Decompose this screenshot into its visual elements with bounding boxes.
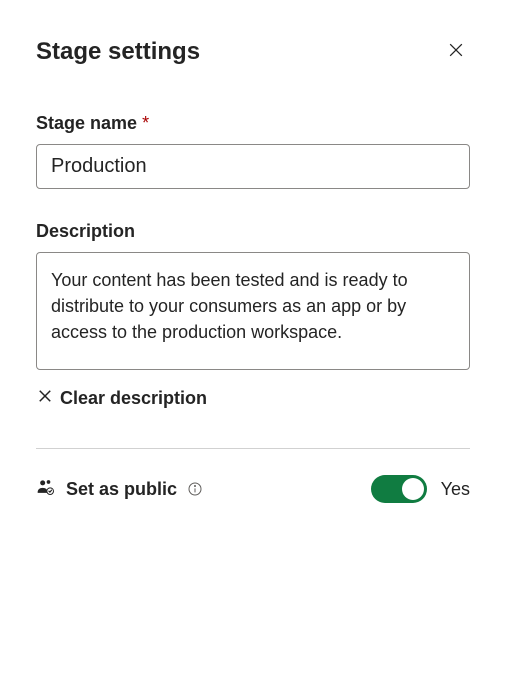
toggle-knob xyxy=(402,478,424,500)
required-asterisk: * xyxy=(142,113,149,133)
set-public-toggle[interactable] xyxy=(371,475,427,503)
people-icon xyxy=(36,477,56,502)
stage-name-label-text: Stage name xyxy=(36,113,137,133)
close-button[interactable] xyxy=(442,36,470,67)
toggle-state-text: Yes xyxy=(441,479,470,500)
panel-title: Stage settings xyxy=(36,38,200,66)
close-icon xyxy=(36,387,54,410)
info-icon[interactable] xyxy=(187,481,203,497)
description-label: Description xyxy=(36,221,470,242)
description-textarea[interactable]: Your content has been tested and is read… xyxy=(36,252,470,370)
set-public-label: Set as public xyxy=(66,479,177,500)
stage-name-input[interactable] xyxy=(36,144,470,189)
section-divider xyxy=(36,448,470,449)
clear-description-button[interactable]: Clear description xyxy=(36,385,207,412)
clear-description-label: Clear description xyxy=(60,388,207,409)
stage-name-label: Stage name * xyxy=(36,113,470,134)
close-icon xyxy=(446,40,466,63)
